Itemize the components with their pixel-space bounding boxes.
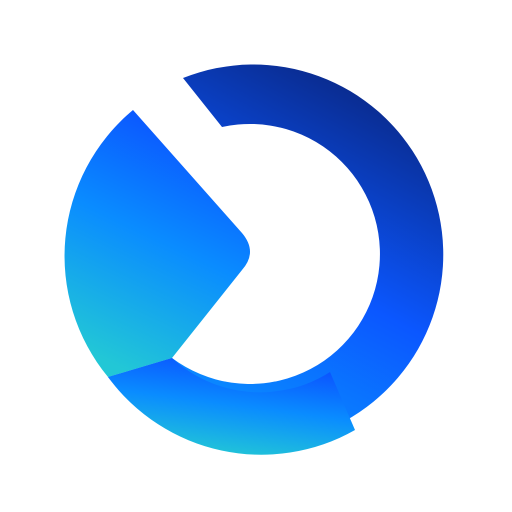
logo-play-wedge: [64, 110, 251, 377]
app-logo-icon: [64, 64, 444, 455]
app-icon-canvas: [0, 0, 512, 512]
